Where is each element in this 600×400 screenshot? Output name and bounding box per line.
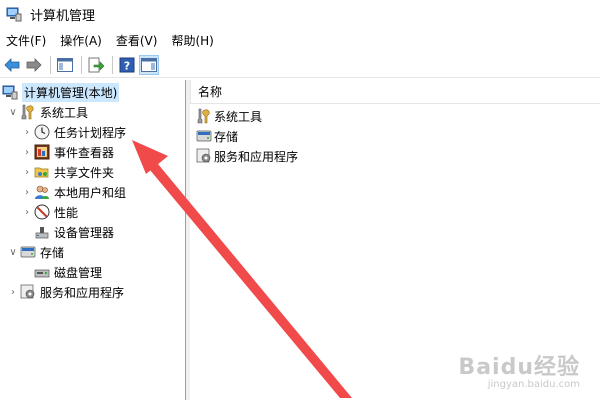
expand-chevron-icon[interactable]: › xyxy=(20,162,34,182)
computer-management-icon xyxy=(2,84,18,100)
toolbar: ? xyxy=(0,52,600,78)
shared-folder-icon xyxy=(34,164,50,180)
toolbar-separator xyxy=(112,55,113,74)
collapse-chevron-icon[interactable]: ∨ xyxy=(6,242,20,262)
tools-icon xyxy=(20,104,36,120)
menu-help[interactable]: 帮助(H) xyxy=(165,32,221,49)
watermark-brand: Baidu经验 xyxy=(458,355,580,380)
expand-chevron-icon[interactable]: › xyxy=(20,122,34,142)
tree-item-computer-management-local[interactable]: 计算机管理(本地) xyxy=(2,82,120,102)
tree-item-label: 共享文件夹 xyxy=(54,165,115,180)
expand-chevron-icon[interactable]: › xyxy=(20,142,34,162)
event-viewer-icon xyxy=(34,144,50,160)
tree-item-label: 存储 xyxy=(40,245,65,260)
list-header: 名称 xyxy=(190,80,600,104)
tools-icon xyxy=(196,108,212,124)
tree-item-services-applications[interactable]: › 服务和应用程序 xyxy=(6,282,124,302)
tree-item-label: 计算机管理(本地) xyxy=(22,82,120,102)
menu-action[interactable]: 操作(A) xyxy=(54,32,110,49)
back-button[interactable] xyxy=(2,55,22,75)
tree-item-shared-folders[interactable]: › 共享文件夹 xyxy=(20,162,114,182)
tree-item-label: 任务计划程序 xyxy=(54,125,127,140)
list-item[interactable]: 存储 xyxy=(196,126,238,146)
forward-arrow-icon xyxy=(26,57,42,72)
help-button[interactable]: ? xyxy=(117,55,137,75)
help-icon: ? xyxy=(119,57,135,72)
tree-item-system-tools[interactable]: ∨ 系统工具 xyxy=(6,102,88,122)
storage-icon xyxy=(196,128,212,144)
list-item[interactable]: 服务和应用程序 xyxy=(196,146,298,166)
show-action-pane-button[interactable] xyxy=(139,54,159,75)
tree-item-label: 磁盘管理 xyxy=(54,265,103,280)
console-tree-icon xyxy=(57,57,73,72)
tree-item-label: 系统工具 xyxy=(40,105,89,120)
main-content: 计算机管理(本地) ∨ 系统工具 › 任务计划程序 › 事件查看器 › 共享文件… xyxy=(0,80,600,400)
toolbar-separator xyxy=(50,55,51,74)
tree-item-disk-management[interactable]: 磁盘管理 xyxy=(34,262,102,282)
users-icon xyxy=(34,184,50,200)
tree-item-label: 事件查看器 xyxy=(54,145,115,160)
console-tree[interactable]: 计算机管理(本地) ∨ 系统工具 › 任务计划程序 › 事件查看器 › 共享文件… xyxy=(0,80,186,400)
show-hide-console-tree-button[interactable] xyxy=(55,55,75,75)
window-title: 计算机管理 xyxy=(30,8,96,24)
action-pane-icon xyxy=(141,57,157,72)
column-header-name[interactable]: 名称 xyxy=(198,83,222,100)
list-item-label: 系统工具 xyxy=(214,109,263,124)
title-bar: 计算机管理 xyxy=(0,0,600,28)
tree-item-storage[interactable]: ∨ 存储 xyxy=(6,242,64,262)
device-manager-icon xyxy=(34,224,50,240)
export-list-icon xyxy=(88,57,104,72)
expand-chevron-icon[interactable]: › xyxy=(20,202,34,222)
tree-item-label: 性能 xyxy=(54,205,79,220)
services-icon xyxy=(196,148,212,164)
collapse-chevron-icon[interactable]: ∨ xyxy=(6,102,20,122)
tree-item-local-users-groups[interactable]: › 本地用户和组 xyxy=(20,182,126,202)
tree-item-device-manager[interactable]: 设备管理器 xyxy=(34,222,114,242)
list-item[interactable]: 系统工具 xyxy=(196,106,262,126)
column-divider xyxy=(190,80,191,104)
tree-item-label: 本地用户和组 xyxy=(54,185,127,200)
list-item-label: 服务和应用程序 xyxy=(214,149,299,164)
tree-item-label: 设备管理器 xyxy=(54,225,115,240)
expand-chevron-icon[interactable]: › xyxy=(6,282,20,302)
services-icon xyxy=(20,284,36,300)
svg-text:?: ? xyxy=(124,59,130,72)
disk-management-icon xyxy=(34,264,50,280)
baidu-watermark: Baidu经验 jingyan.baidu.com xyxy=(458,349,580,390)
list-item-label: 存储 xyxy=(214,129,239,144)
tree-item-event-viewer[interactable]: › 事件查看器 xyxy=(20,142,114,162)
menu-view[interactable]: 查看(V) xyxy=(110,32,166,49)
forward-button[interactable] xyxy=(24,55,44,75)
toolbar-separator xyxy=(81,55,82,74)
storage-icon xyxy=(20,244,36,260)
expand-chevron-icon[interactable]: › xyxy=(20,182,34,202)
back-arrow-icon xyxy=(4,57,20,72)
menu-bar: 文件(F) 操作(A) 查看(V) 帮助(H) xyxy=(0,29,600,51)
no-entry-performance-icon xyxy=(34,204,50,220)
clock-icon xyxy=(34,124,50,140)
details-pane: 名称 系统工具 存储 服务和应用程序 Baidu经验 jingyan.baidu… xyxy=(190,80,600,400)
menu-file[interactable]: 文件(F) xyxy=(0,32,54,49)
tree-item-performance[interactable]: › 性能 xyxy=(20,202,78,222)
tree-item-task-scheduler[interactable]: › 任务计划程序 xyxy=(20,122,126,142)
tree-item-label: 服务和应用程序 xyxy=(40,285,125,300)
computer-management-icon xyxy=(6,7,22,22)
export-list-button[interactable] xyxy=(86,55,106,75)
